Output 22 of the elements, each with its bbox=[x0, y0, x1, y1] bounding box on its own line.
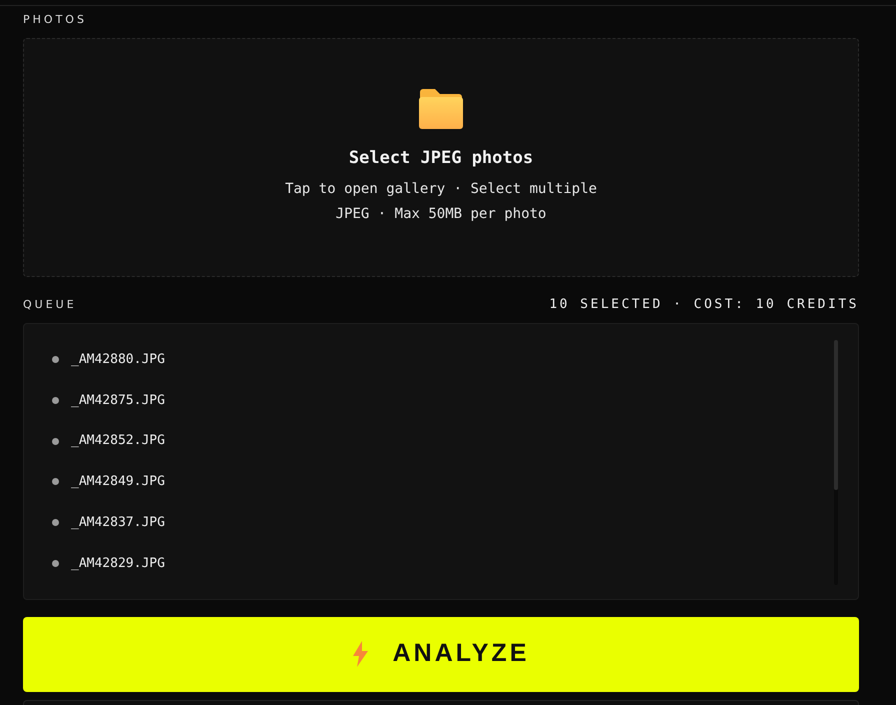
file-name: _AM42837.JPG bbox=[71, 514, 165, 532]
section-label: QUEUE bbox=[23, 296, 77, 312]
upload-dropzone[interactable]: Select JPEG photos Tap to open gallery · Select multiple JPEG · Max 50MB per photo bbox=[23, 38, 859, 277]
section-label: PHOTOS bbox=[23, 12, 87, 28]
status-dot bbox=[52, 560, 59, 567]
lightning-icon bbox=[352, 641, 369, 667]
folder-icon bbox=[418, 88, 464, 130]
file-name: _AM42852.JPG bbox=[71, 432, 165, 450]
status-dot bbox=[52, 478, 59, 486]
file-name: _AM42875.JPG bbox=[71, 392, 165, 410]
selection-summary: 10 SELECTED · COST: 10 CREDITS bbox=[549, 296, 859, 314]
analyze-button[interactable]: ANALYZE bbox=[23, 616, 859, 692]
dropzone-limits: JPEG · Max 50MB per photo bbox=[336, 205, 546, 224]
file-name: _AM42849.JPG bbox=[71, 473, 165, 492]
dropzone-title: Select JPEG photos bbox=[348, 146, 534, 170]
status-dot bbox=[52, 356, 59, 364]
status-dot bbox=[52, 438, 59, 445]
status-dot bbox=[52, 397, 59, 404]
dropzone-hint: Tap to open gallery · Select multiple bbox=[285, 180, 597, 200]
file-name: _AM42880.JPG bbox=[71, 351, 165, 370]
file-name: _AM42829.JPG bbox=[71, 554, 165, 573]
status-dot bbox=[52, 519, 59, 526]
